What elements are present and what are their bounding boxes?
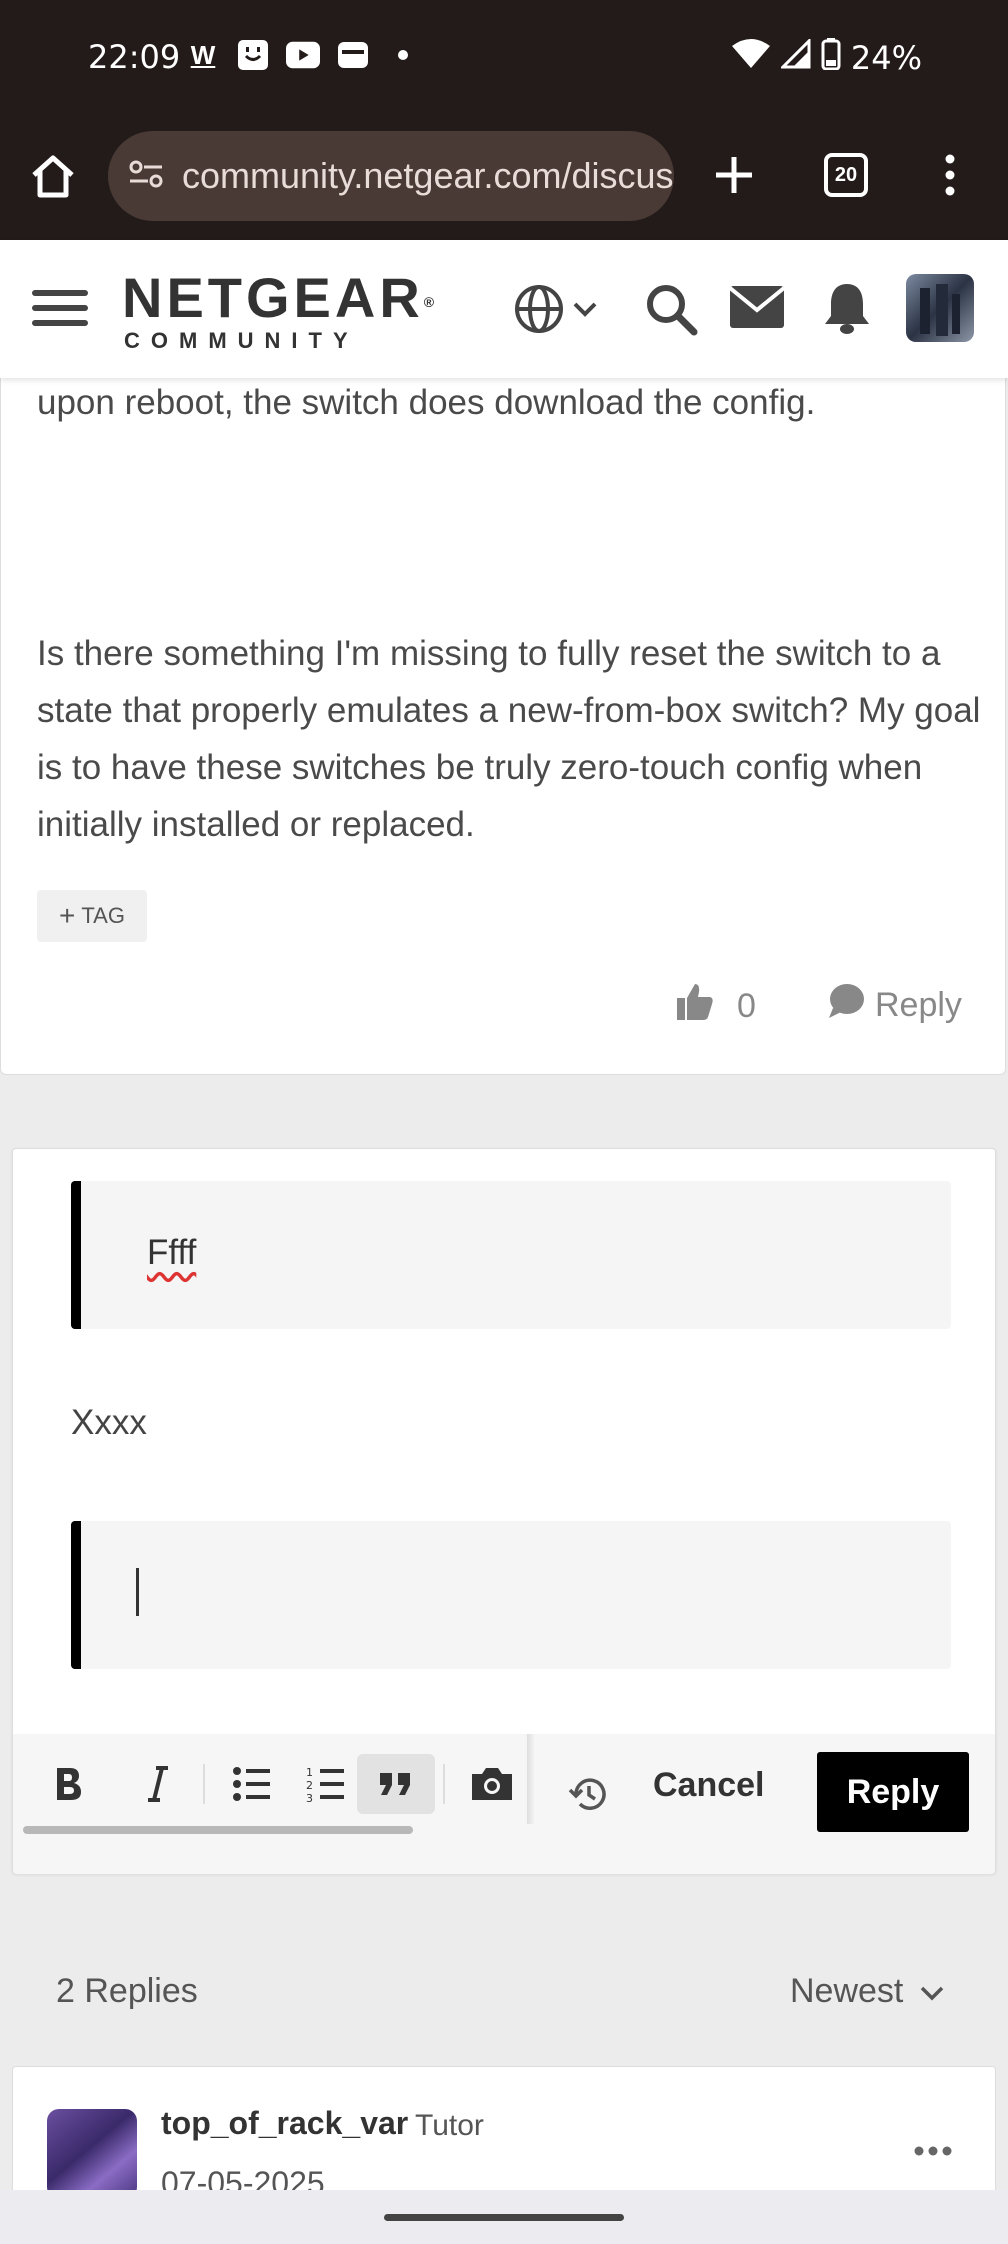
replies-count: 2 Replies xyxy=(56,1972,198,2010)
blockquote-active[interactable] xyxy=(71,1521,951,1669)
logo-text: NETGEAR xyxy=(122,266,424,329)
home-gesture-handle[interactable] xyxy=(384,2214,624,2221)
more-options-icon[interactable] xyxy=(913,2127,953,2166)
cancel-button[interactable]: Cancel xyxy=(653,1766,765,1805)
reply-author-avatar[interactable] xyxy=(47,2109,137,2199)
text-cursor xyxy=(136,1568,139,1616)
navigation-bar xyxy=(0,2190,1008,2244)
svg-text:3: 3 xyxy=(306,1792,313,1803)
status-notification-icons: W xyxy=(186,40,420,70)
sort-dropdown[interactable]: Newest xyxy=(790,1972,945,2011)
reply-author-name[interactable]: top_of_rack_var xyxy=(161,2105,408,2142)
logo-registered-mark: ® xyxy=(423,294,439,310)
reply-editor[interactable]: Ffff Xxxx 123 Cancel Reply xyxy=(12,1148,996,1874)
wallet-icon xyxy=(336,40,370,70)
address-bar[interactable]: community.netgear.com/discussions xyxy=(108,131,674,221)
bold-icon[interactable] xyxy=(33,1754,103,1814)
user-avatar[interactable] xyxy=(906,274,974,342)
numbered-list-icon[interactable]: 123 xyxy=(291,1754,361,1814)
add-tag-button[interactable]: + TAG xyxy=(37,890,147,942)
svg-text:1: 1 xyxy=(306,1766,313,1779)
post-paragraph: upon reboot, the switch does download th… xyxy=(37,383,816,422)
history-icon[interactable] xyxy=(553,1764,623,1824)
post-reply-button[interactable]: Reply xyxy=(827,982,962,1029)
status-time: 22:09 xyxy=(88,38,181,76)
chevron-down-icon xyxy=(572,299,598,324)
status-system-icons: 24% xyxy=(731,37,922,78)
w-icon: W xyxy=(190,39,216,70)
battery-percent: 24% xyxy=(850,39,922,77)
reply-label: Reply xyxy=(875,986,962,1024)
site-header: NETGEAR® COMMUNITY xyxy=(0,240,1008,378)
blockquote-icon[interactable] xyxy=(357,1754,435,1814)
italic-icon[interactable] xyxy=(123,1754,193,1814)
notifications-bell-icon[interactable] xyxy=(822,280,872,341)
youtube-icon xyxy=(286,40,320,70)
language-selector[interactable] xyxy=(512,282,598,341)
hamburger-menu-icon[interactable] xyxy=(32,290,88,326)
toolbar-scrollbar[interactable] xyxy=(23,1826,413,1834)
like-count: 0 xyxy=(737,987,756,1025)
search-icon[interactable] xyxy=(644,282,698,341)
globe-icon xyxy=(512,282,566,341)
logo-subtext: COMMUNITY xyxy=(124,328,359,353)
tab-switcher-button[interactable]: 20 xyxy=(824,153,868,197)
face-icon xyxy=(236,40,270,70)
camera-icon[interactable] xyxy=(457,1754,527,1814)
site-settings-icon[interactable] xyxy=(128,159,164,194)
toolbar-separator xyxy=(443,1764,445,1804)
reply-author-rank: Tutor xyxy=(415,2109,484,2142)
battery-icon xyxy=(821,38,841,78)
sort-label: Newest xyxy=(790,1972,904,2010)
url-text: community.netgear.com/discussions xyxy=(182,155,674,196)
toolbar-fade xyxy=(527,1734,535,1824)
home-icon[interactable] xyxy=(28,151,78,206)
thumbs-up-icon xyxy=(675,982,715,1031)
mail-icon[interactable] xyxy=(728,284,786,335)
quote-text: Ffff xyxy=(147,1233,197,1272)
post-card: upon reboot, the switch does download th… xyxy=(0,378,1006,1075)
post-paragraph: Is there something I'm missing to fully … xyxy=(37,634,981,844)
svg-text:2: 2 xyxy=(306,1779,313,1792)
wifi-icon xyxy=(731,38,771,78)
netgear-community-logo[interactable]: NETGEAR® COMMUNITY xyxy=(122,270,438,354)
toolbar-separator xyxy=(203,1764,205,1804)
editor-toolbar: 123 Cancel Reply xyxy=(13,1734,995,1874)
dot-icon xyxy=(386,40,420,70)
plus-icon: + xyxy=(59,900,76,931)
tag-label: TAG xyxy=(81,903,125,928)
status-bar: 22:09 W 24% xyxy=(0,0,1008,115)
new-tab-icon[interactable] xyxy=(710,151,758,204)
blockquote[interactable]: Ffff xyxy=(71,1181,951,1329)
more-options-icon[interactable] xyxy=(940,151,960,204)
browser-toolbar: community.netgear.com/discussions 20 xyxy=(0,115,1008,240)
signal-icon xyxy=(779,37,811,77)
like-button[interactable]: 0 xyxy=(675,982,756,1031)
chevron-down-icon xyxy=(919,1972,945,2011)
submit-reply-button[interactable]: Reply xyxy=(817,1752,969,1832)
bullet-list-icon[interactable] xyxy=(217,1754,287,1814)
editor-text: Xxxx xyxy=(71,1403,147,1442)
speech-bubble-icon xyxy=(827,982,865,1029)
